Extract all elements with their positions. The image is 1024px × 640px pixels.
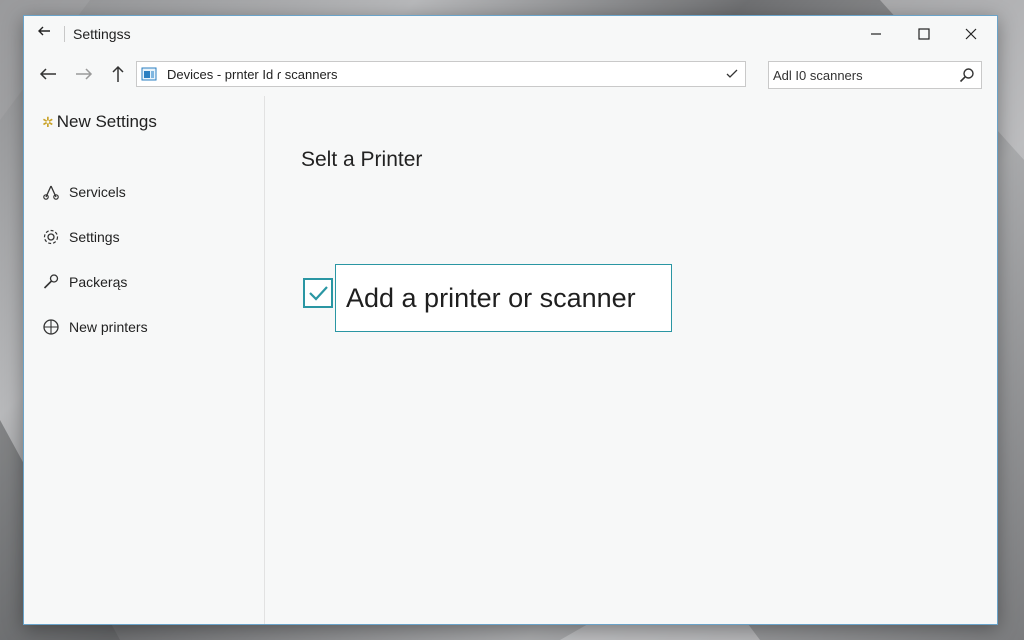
title-separator xyxy=(64,26,65,42)
navigation-bar: Devices - prnter Id ɾ scanners Adl I0 sc… xyxy=(24,56,997,94)
sidebar-header-label: New Settings xyxy=(56,112,157,131)
search-box[interactable]: Adl I0 scanners xyxy=(768,61,982,89)
minimize-icon xyxy=(871,33,881,35)
sidebar-item-label: Packerąs xyxy=(69,274,128,290)
nav-forward-button[interactable] xyxy=(72,62,96,86)
page-title: Selt a Printer xyxy=(301,148,423,171)
forward-arrow-icon xyxy=(76,68,93,80)
sidebar-item-settings[interactable]: Settings xyxy=(42,226,120,248)
address-bar[interactable]: Devices - prnter Id ɾ scanners xyxy=(136,61,746,87)
up-arrow-icon xyxy=(112,65,124,82)
close-icon xyxy=(965,28,977,40)
sidebar-item-services[interactable]: Servicels xyxy=(42,181,126,203)
sidebar-item-new-printers[interactable]: New printers xyxy=(42,316,148,338)
search-input[interactable]: Adl I0 scanners xyxy=(773,68,863,83)
address-text: Devices - prnter Id ɾ scanners xyxy=(167,67,338,82)
maximize-button[interactable] xyxy=(904,20,944,48)
nav-up-button[interactable] xyxy=(106,62,130,86)
sidebar-item-packerqs[interactable]: Packerąs xyxy=(42,271,127,293)
address-dropdown-icon[interactable] xyxy=(723,65,741,83)
minimize-button[interactable] xyxy=(856,20,896,48)
devices-folder-icon xyxy=(141,67,157,81)
add-printer-or-scanner-button[interactable]: Add a printer or scanner xyxy=(335,264,672,332)
wrench-icon xyxy=(43,274,59,289)
back-arrow-icon xyxy=(39,68,56,80)
sidebar-header-new-settings[interactable]: ✲ New Settings xyxy=(42,112,157,132)
globe-icon xyxy=(43,319,59,335)
sidebar-item-label: Servicels xyxy=(69,184,126,200)
settings-icon xyxy=(43,229,59,245)
checkmark-icon xyxy=(309,286,328,301)
settings-window: Settingss Devices - prnter Id ɾ scanners… xyxy=(23,15,998,625)
sidebar-item-label: Settings xyxy=(69,229,120,245)
back-arrow-icon[interactable] xyxy=(34,24,54,44)
close-button[interactable] xyxy=(951,20,991,48)
nav-back-button[interactable] xyxy=(36,62,60,86)
sparkle-icon: ✲ xyxy=(42,113,54,130)
services-icon xyxy=(43,185,59,200)
search-icon[interactable] xyxy=(959,67,975,83)
maximize-icon xyxy=(918,28,930,40)
title-bar: Settingss xyxy=(24,16,997,52)
sidebar-item-label: New printers xyxy=(69,319,148,335)
add-printer-checkbox[interactable] xyxy=(303,278,333,308)
window-title: Settingss xyxy=(73,26,131,42)
sidebar: ✲ New Settings Servicels Settings Packer… xyxy=(24,96,265,624)
